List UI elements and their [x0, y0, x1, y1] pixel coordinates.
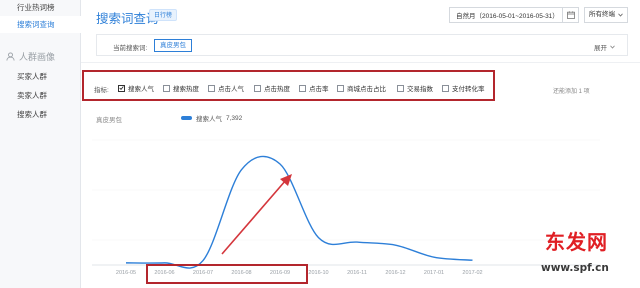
- x-tick-label: 2017-01: [424, 270, 444, 276]
- series-line-search-popularity: [125, 155, 473, 269]
- watermark-url: www.spf.cn: [541, 262, 609, 274]
- highlight-box-months: [146, 264, 308, 284]
- x-tick-label: 2016-11: [347, 270, 367, 276]
- watermark-brand: 东发网: [545, 230, 608, 254]
- x-tick-label: 2016-05: [116, 270, 136, 276]
- x-tick-label: 2017-02: [462, 270, 482, 276]
- x-tick-label: 2016-10: [308, 270, 328, 276]
- x-tick-label: 2016-12: [385, 270, 405, 276]
- trend-chart: 2016-05 2016-06 2016-07 2016-08 2016-09 2016-…: [92, 139, 600, 276]
